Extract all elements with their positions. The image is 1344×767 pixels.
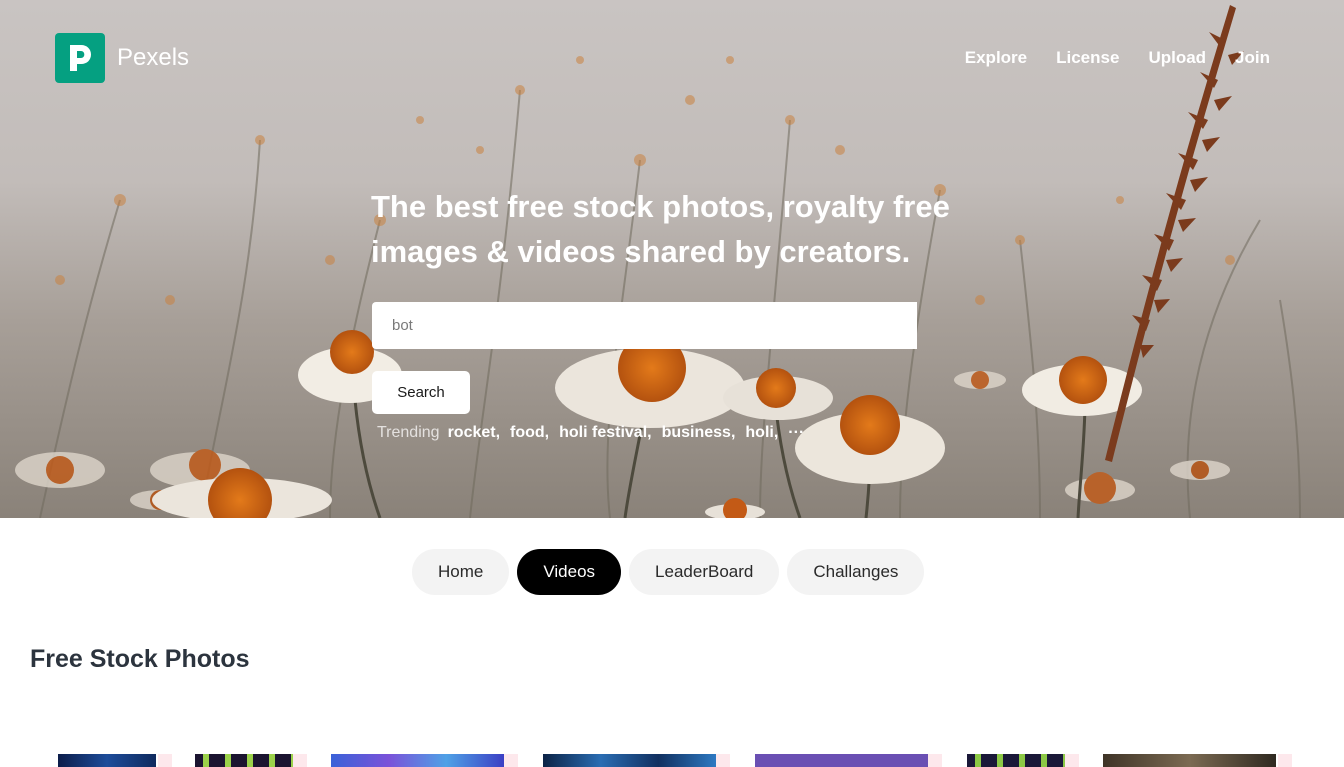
trending-tag-holi-festival[interactable]: holi festival, bbox=[559, 424, 651, 442]
trending-tag-holi[interactable]: holi, bbox=[745, 424, 778, 442]
search-button[interactable]: Search bbox=[372, 371, 470, 414]
photo-edge bbox=[504, 754, 518, 767]
section-title: Free Stock Photos bbox=[30, 645, 250, 673]
brand-name[interactable]: Pexels bbox=[117, 44, 189, 72]
photo-thumbnail[interactable] bbox=[543, 754, 716, 767]
photo-edge bbox=[1278, 754, 1292, 767]
tab-videos[interactable]: Videos bbox=[517, 549, 622, 595]
photo-thumbnail[interactable] bbox=[967, 754, 1065, 767]
tab-challanges[interactable]: Challanges bbox=[787, 549, 925, 595]
photo-thumbnail[interactable] bbox=[755, 754, 928, 767]
trending-label: Trending bbox=[377, 424, 440, 441]
photo-edge bbox=[928, 754, 942, 767]
hero-headline: The best free stock photos, royalty free… bbox=[371, 189, 950, 269]
photo-edge bbox=[293, 754, 307, 767]
nav-explore[interactable]: Explore bbox=[965, 48, 1027, 68]
trending-tag-food[interactable]: food, bbox=[510, 424, 549, 442]
trending-tags: Trending rocket, food, holi festival, bu… bbox=[377, 424, 804, 442]
photo-edge bbox=[158, 754, 172, 767]
trending-tag-business[interactable]: business, bbox=[662, 424, 736, 442]
tab-leaderboard[interactable]: LeaderBoard bbox=[629, 549, 780, 595]
hero-banner: Pexels Explore License Upload Join The b… bbox=[0, 0, 1344, 518]
logo-mark-icon bbox=[70, 45, 91, 71]
trending-tag-rocket[interactable]: rocket, bbox=[448, 424, 500, 442]
nav-upload[interactable]: Upload bbox=[1148, 48, 1206, 68]
photo-edge bbox=[1065, 754, 1079, 767]
photo-edge bbox=[716, 754, 730, 767]
ellipsis-icon[interactable]: ··· bbox=[788, 424, 804, 442]
nav-join[interactable]: Join bbox=[1235, 48, 1270, 68]
tab-home[interactable]: Home bbox=[412, 549, 510, 595]
search-input[interactable] bbox=[372, 302, 917, 349]
top-nav: Explore License Upload Join bbox=[965, 48, 1270, 68]
photo-thumbnail[interactable] bbox=[1103, 754, 1276, 767]
photo-thumbnail[interactable] bbox=[58, 754, 156, 767]
photo-thumbnail[interactable] bbox=[331, 754, 504, 767]
pexels-logo-icon[interactable] bbox=[55, 33, 105, 83]
photo-thumbnail[interactable] bbox=[195, 754, 293, 767]
content-tabs: Home Videos LeaderBoard Challanges bbox=[412, 549, 925, 595]
nav-license[interactable]: License bbox=[1056, 48, 1119, 68]
